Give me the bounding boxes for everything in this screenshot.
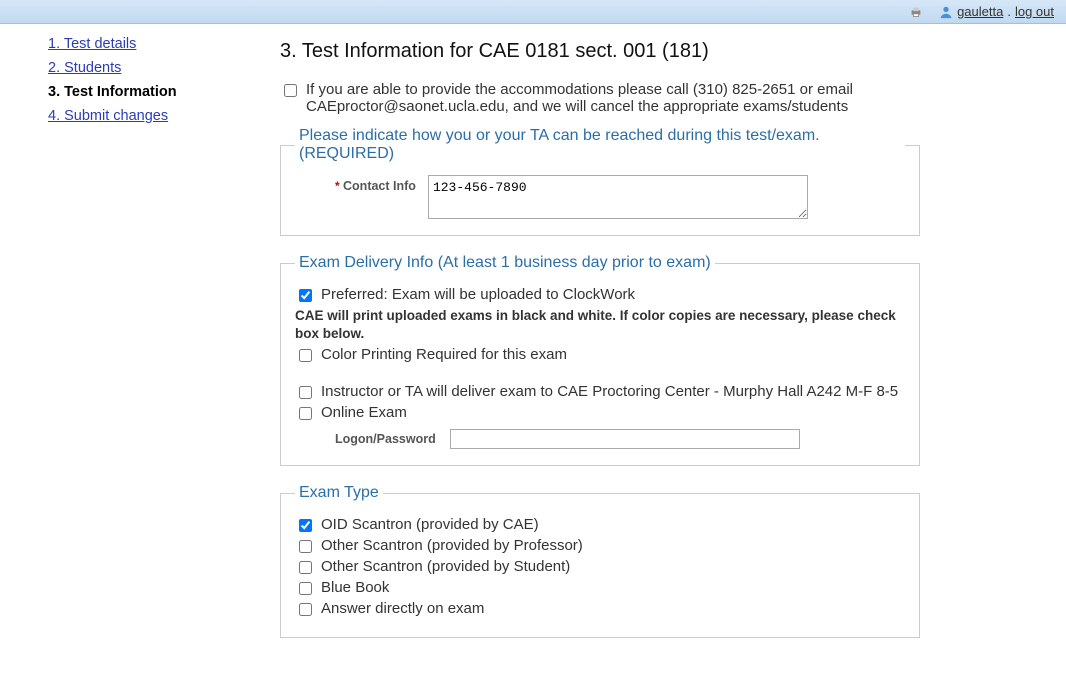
topbar: gauletta . log out bbox=[0, 0, 1066, 24]
sidebar-item-test-information[interactable]: 3. Test Information bbox=[48, 84, 252, 100]
logon-row: Logon/Password bbox=[335, 429, 905, 449]
logon-input[interactable] bbox=[450, 429, 800, 449]
accommodation-text: If you are able to provide the accommoda… bbox=[306, 81, 920, 115]
preferred-label: Preferred: Exam will be uploaded to Cloc… bbox=[321, 286, 635, 303]
examtype-checkbox-4[interactable] bbox=[299, 603, 312, 616]
color-checkbox[interactable] bbox=[299, 349, 312, 362]
sidebar-item-submit-changes[interactable]: 4. Submit changes bbox=[48, 108, 252, 124]
deliver-label: Instructor or TA will deliver exam to CA… bbox=[321, 383, 898, 400]
examtype-checkbox-1[interactable] bbox=[299, 540, 312, 553]
accommodation-row: If you are able to provide the accommoda… bbox=[280, 81, 920, 115]
print-note: CAE will print uploaded exams in black a… bbox=[295, 307, 905, 342]
examtype-label-2: Other Scantron (provided by Student) bbox=[321, 558, 570, 575]
examtype-row-3: Blue Book bbox=[295, 579, 905, 598]
delivery-legend: Exam Delivery Info (At least 1 business … bbox=[295, 254, 715, 272]
user-area: gauletta . log out bbox=[939, 4, 1054, 19]
examtype-label-0: OID Scantron (provided by CAE) bbox=[321, 516, 539, 533]
contact-row: * Contact Info bbox=[335, 175, 905, 219]
examtype-checkbox-3[interactable] bbox=[299, 582, 312, 595]
exam-type-fieldset: Exam Type OID Scantron (provided by CAE)… bbox=[280, 484, 920, 638]
delivery-fieldset: Exam Delivery Info (At least 1 business … bbox=[280, 254, 920, 466]
logon-label: Logon/Password bbox=[335, 432, 436, 446]
deliver-row: Instructor or TA will deliver exam to CA… bbox=[295, 383, 905, 402]
page-title: 3. Test Information for CAE 0181 sect. 0… bbox=[280, 40, 920, 63]
page: 1. Test details 2. Students 3. Test Info… bbox=[0, 24, 1066, 696]
online-checkbox[interactable] bbox=[299, 407, 312, 420]
contact-fieldset: Please indicate how you or your TA can b… bbox=[280, 127, 920, 236]
main: 3. Test Information for CAE 0181 sect. 0… bbox=[260, 24, 940, 696]
color-label: Color Printing Required for this exam bbox=[321, 346, 567, 363]
examtype-row-4: Answer directly on exam bbox=[295, 600, 905, 619]
user-separator: . bbox=[1007, 4, 1011, 19]
username-link[interactable]: gauletta bbox=[957, 4, 1003, 19]
sidebar-item-students[interactable]: 2. Students bbox=[48, 60, 252, 76]
contact-label: * Contact Info bbox=[335, 175, 416, 193]
user-icon bbox=[939, 5, 953, 19]
online-row: Online Exam bbox=[295, 404, 905, 423]
preferred-row: Preferred: Exam will be uploaded to Cloc… bbox=[295, 286, 905, 305]
examtype-label-1: Other Scantron (provided by Professor) bbox=[321, 537, 583, 554]
examtype-checkbox-2[interactable] bbox=[299, 561, 312, 574]
examtype-label-3: Blue Book bbox=[321, 579, 389, 596]
printer-icon[interactable] bbox=[909, 5, 923, 19]
examtype-row-0: OID Scantron (provided by CAE) bbox=[295, 516, 905, 535]
logout-link[interactable]: log out bbox=[1015, 4, 1054, 19]
examtype-row-1: Other Scantron (provided by Professor) bbox=[295, 537, 905, 556]
color-row: Color Printing Required for this exam bbox=[295, 346, 905, 365]
examtype-checkbox-0[interactable] bbox=[299, 519, 312, 532]
sidebar-item-test-details[interactable]: 1. Test details bbox=[48, 36, 252, 52]
examtype-row-2: Other Scantron (provided by Student) bbox=[295, 558, 905, 577]
accommodation-checkbox[interactable] bbox=[284, 84, 297, 97]
sidebar: 1. Test details 2. Students 3. Test Info… bbox=[40, 24, 260, 144]
exam-type-legend: Exam Type bbox=[295, 484, 383, 502]
online-label: Online Exam bbox=[321, 404, 407, 421]
contact-input[interactable] bbox=[428, 175, 808, 219]
preferred-checkbox[interactable] bbox=[299, 289, 312, 302]
deliver-checkbox[interactable] bbox=[299, 386, 312, 399]
contact-legend: Please indicate how you or your TA can b… bbox=[295, 127, 905, 163]
examtype-label-4: Answer directly on exam bbox=[321, 600, 484, 617]
